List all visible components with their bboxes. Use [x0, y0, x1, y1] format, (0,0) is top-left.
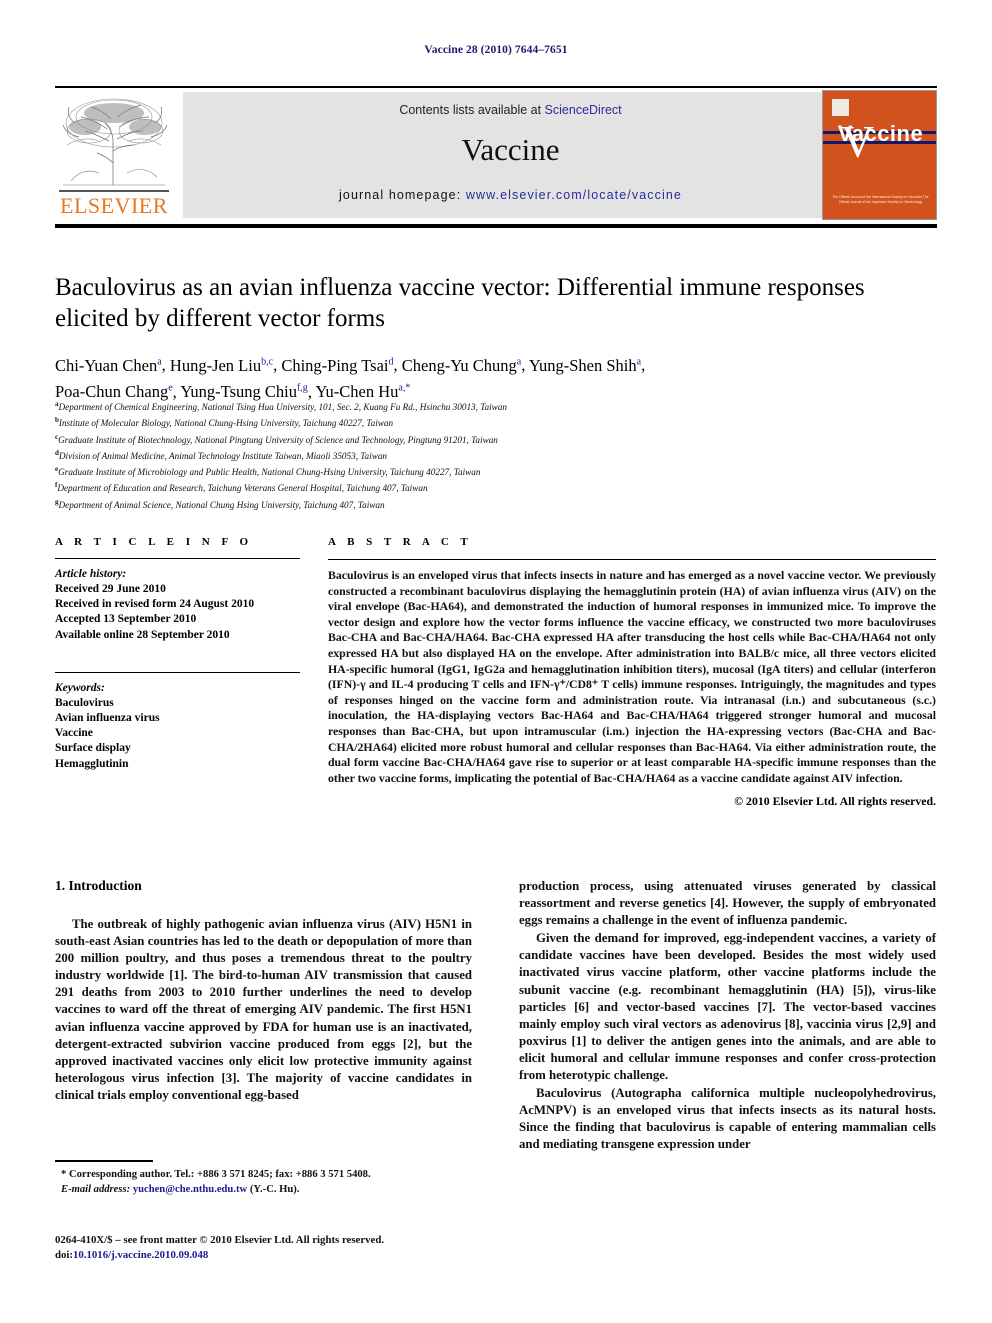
body-paragraph: production process, using attenuated vir… [519, 879, 936, 928]
article-info-block: A R T I C L E I N F O Article history: R… [55, 536, 300, 772]
homepage-prefix: journal homepage: [339, 188, 466, 202]
journal-title: Vaccine [461, 132, 560, 167]
contents-prefix: Contents lists available at [399, 103, 545, 117]
keywords-label: Keywords: [55, 681, 105, 694]
body-paragraph: Baculovirus (Autographa californica mult… [519, 1086, 936, 1152]
author-name: Chi-Yuan Chen [55, 355, 158, 375]
email-label: E-mail address: [61, 1183, 131, 1195]
author-item[interactable]: Chi-Yuan Chena [55, 356, 162, 375]
tree-illustration-svg [62, 98, 168, 186]
keywords-divider [55, 671, 300, 673]
elsevier-logo-divider [59, 190, 169, 192]
doi-label: doi: [55, 1248, 73, 1261]
author-item[interactable]: Yung-Shen Shiha [529, 356, 641, 375]
doi-link[interactable]: 10.1016/j.vaccine.2010.09.048 [73, 1249, 208, 1261]
doi-line: doi:10.1016/j.vaccine.2010.09.048 [55, 1248, 485, 1263]
article-history-item: Accepted 13 September 2010 [55, 613, 197, 626]
body-column-left: 1. Introduction The outbreak of highly p… [55, 878, 472, 1105]
author-item[interactable]: Hung-Jen Liub,c [170, 356, 273, 375]
author-affiliation-mark: a [157, 356, 162, 367]
abstract-divider [328, 559, 936, 560]
article-info-divider [55, 558, 300, 559]
affiliation-list: aDepartment of Chemical Engineering, Nat… [55, 398, 935, 512]
journal-masthead: ELSEVIER Contents lists available at Sci… [55, 90, 937, 222]
author-affiliation-mark: d [388, 356, 394, 367]
affiliation-item: gDepartment of Animal Science, National … [55, 496, 935, 512]
keyword-item: Baculovirus [55, 696, 114, 709]
journal-homepage-line: journal homepage: www.elsevier.com/locat… [183, 188, 838, 202]
keyword-item: Vaccine [55, 727, 93, 740]
masthead-panel: Contents lists available at ScienceDirec… [183, 92, 838, 218]
abstract-heading: A B S T R A C T [328, 536, 473, 548]
affiliation-item: cGraduate Institute of Biotechnology, Na… [55, 431, 935, 447]
affiliation-text: Department of Animal Science, National C… [58, 499, 385, 510]
cover-elsevier-icon [832, 99, 849, 116]
imprint-block: 0264-410X/$ – see front matter © 2010 El… [55, 1233, 485, 1262]
section-heading-introduction: 1. Introduction [55, 878, 142, 893]
keyword-item: Avian influenza virus [55, 712, 160, 725]
email-link[interactable]: yuchen@che.nthu.edu.tw [133, 1184, 247, 1195]
author-affiliation-mark: a [636, 356, 642, 367]
affiliation-item: bInstitute of Molecular Biology, Nationa… [55, 414, 935, 430]
cover-journal-title: Vaccine [837, 121, 924, 146]
email-owner: (Y.-C. Hu). [249, 1183, 300, 1195]
footnote-block: * Corresponding author. Tel.: +886 3 571… [55, 1168, 475, 1197]
article-history-item: Available online 28 September 2010 [55, 628, 230, 641]
affiliation-item: fDepartment of Education and Research, T… [55, 479, 935, 495]
author-list: Chi-Yuan Chena, Hung-Jen Liub,c, Ching-P… [55, 355, 646, 402]
elsevier-logo: ELSEVIER [55, 90, 173, 220]
contents-available-line: Contents lists available at ScienceDirec… [183, 103, 838, 117]
corresponding-author-note: * Corresponding author. Tel.: +886 3 571… [61, 1169, 371, 1180]
masthead-bottom-rule [55, 224, 937, 228]
affiliation-text: Graduate Institute of Biotechnology, Nat… [58, 434, 498, 445]
body-paragraph: The outbreak of highly pathogenic avian … [55, 917, 472, 1102]
article-history-label: Article history: [55, 568, 127, 580]
journal-cover-thumbnail[interactable]: V Vaccine The Official Journal of the In… [822, 90, 937, 220]
sciencedirect-link[interactable]: ScienceDirect [545, 103, 622, 117]
article-page: Vaccine 28 (2010) 7644–7651 ELSEVIER Con… [0, 0, 992, 1323]
author-name: Cheng-Yu Chung [401, 355, 517, 375]
author-affiliation-mark: e [168, 382, 173, 394]
affiliation-text: Department of Education and Research, Ta… [57, 483, 428, 494]
author-affiliation-mark: b,c [261, 356, 274, 367]
abstract-block: A B S T R A C T Baculovirus is an envelo… [328, 536, 936, 809]
author-affiliation-mark: a [516, 356, 522, 367]
affiliation-item: aDepartment of Chemical Engineering, Nat… [55, 398, 935, 414]
issn-front-matter: 0264-410X/$ – see front matter © 2010 El… [55, 1234, 385, 1246]
masthead-top-rule [55, 86, 937, 88]
running-head: Vaccine 28 (2010) 7644–7651 [424, 44, 568, 56]
article-history-item: Received 29 June 2010 [55, 583, 166, 595]
author-item[interactable]: Ching-Ping Tsaid [281, 356, 393, 375]
keyword-item: Hemagglutinin [55, 757, 129, 770]
keyword-item: Surface display [55, 742, 131, 755]
author-item[interactable]: Cheng-Yu Chunga [402, 356, 522, 375]
article-history-item: Received in revised form 24 August 2010 [55, 598, 255, 611]
author-name: Hung-Jen Liu [169, 355, 262, 375]
elsevier-wordmark: ELSEVIER [60, 193, 168, 218]
abstract-copyright: © 2010 Elsevier Ltd. All rights reserved… [734, 794, 936, 809]
affiliation-text: Graduate Institute of Microbiology and P… [58, 467, 481, 478]
affiliation-text: Department of Chemical Engineering, Nati… [58, 402, 507, 413]
cover-society-note: The Official Journal of the Internationa… [832, 195, 929, 204]
author-name: Ching-Ping Tsai [281, 355, 389, 375]
affiliation-text: Division of Animal Medicine, Animal Tech… [58, 450, 388, 461]
affiliation-item: dDivision of Animal Medicine, Animal Tec… [55, 447, 935, 463]
author-affiliation-mark: f,g [296, 382, 308, 394]
journal-homepage-link[interactable]: www.elsevier.com/locate/vaccine [466, 188, 682, 202]
footnote-divider [55, 1160, 153, 1162]
elsevier-tree-icon [59, 93, 169, 189]
author-name: Yung-Shen Shih [528, 355, 637, 375]
body-paragraph: Given the demand for improved, egg-indep… [519, 931, 936, 1083]
page-title: Baculovirus as an avian influenza vaccin… [55, 274, 865, 332]
article-info-heading: A R T I C L E I N F O [55, 536, 253, 548]
abstract-text: Baculovirus is an enveloped virus that i… [328, 568, 936, 785]
email-note: E-mail address: yuchen@che.nthu.edu.tw (… [55, 1183, 475, 1198]
affiliation-item: eGraduate Institute of Microbiology and … [55, 463, 935, 479]
affiliation-text: Institute of Molecular Biology, National… [58, 418, 394, 429]
author-affiliation-mark: a,* [398, 382, 411, 394]
body-column-right: production process, using attenuated vir… [519, 878, 936, 1155]
